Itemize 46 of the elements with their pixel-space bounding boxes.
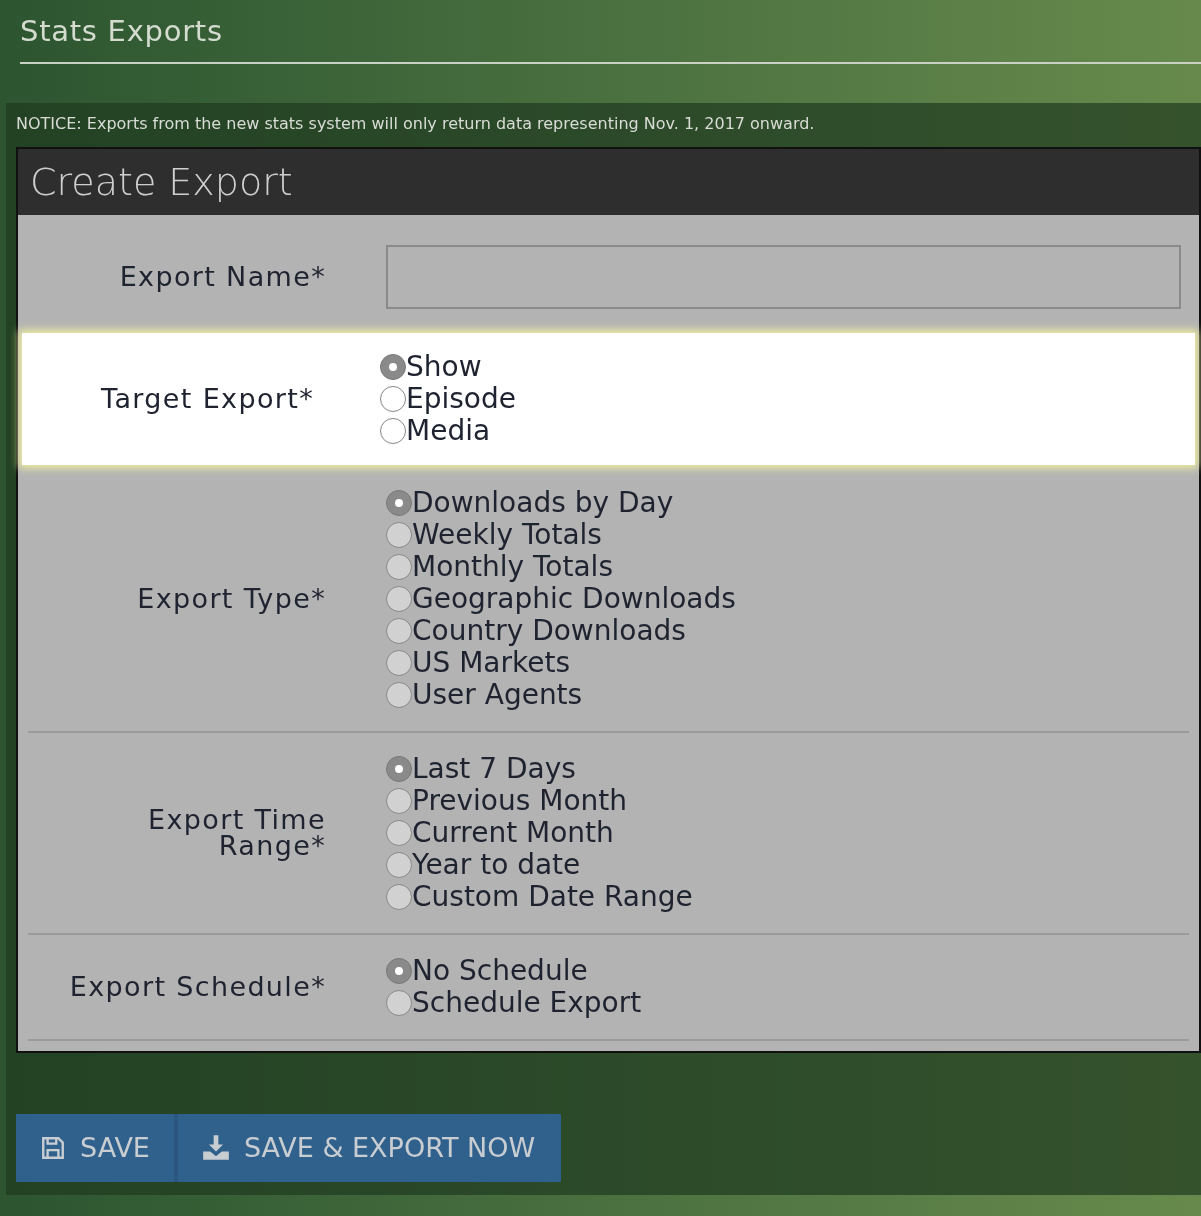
option-label: Last 7 Days bbox=[412, 753, 576, 785]
option-label: Media bbox=[406, 415, 491, 447]
radio-button[interactable] bbox=[386, 490, 412, 516]
option-label: Episode bbox=[406, 383, 516, 415]
radio-button[interactable] bbox=[386, 852, 412, 878]
option-label: Geographic Downloads bbox=[412, 583, 736, 615]
radio-button[interactable] bbox=[386, 522, 412, 548]
field-label: Export Time Range* bbox=[147, 807, 326, 859]
radio-button[interactable] bbox=[380, 418, 406, 444]
download-icon bbox=[201, 1134, 230, 1162]
option-label: Custom Date Range bbox=[412, 881, 693, 913]
option-label: Schedule Export bbox=[412, 987, 642, 1019]
option-label: Country Downloads bbox=[412, 615, 686, 647]
option-label: No Schedule bbox=[412, 955, 588, 987]
radio-button[interactable] bbox=[386, 958, 412, 984]
option-label: Downloads by Day bbox=[412, 487, 674, 519]
form-title: Create Export bbox=[30, 158, 293, 206]
save-export-button[interactable]: SAVE & EXPORT NOW bbox=[177, 1114, 562, 1182]
radio-button[interactable] bbox=[386, 990, 412, 1016]
notice-text: NOTICE: Exports from the new stats system will only return data representing Nov. 1, 2017 onward. bbox=[16, 114, 816, 134]
option-label: Show bbox=[406, 351, 482, 383]
radio-button[interactable] bbox=[386, 650, 412, 676]
radio-button[interactable] bbox=[386, 884, 412, 910]
option-label: User Agents bbox=[412, 679, 583, 711]
option-label: Weekly Totals bbox=[412, 519, 602, 551]
field-label: Export Schedule* bbox=[69, 974, 326, 1000]
radio-button[interactable] bbox=[386, 820, 412, 846]
field-label: Export Type* bbox=[137, 586, 326, 612]
radio-button[interactable] bbox=[386, 618, 412, 644]
radio-button[interactable] bbox=[386, 756, 412, 782]
option-label: US Markets bbox=[412, 647, 570, 679]
save-button[interactable]: SAVE bbox=[16, 1114, 178, 1182]
radio-button[interactable] bbox=[386, 554, 412, 580]
export-name-field[interactable] bbox=[386, 245, 1181, 309]
radio-button[interactable] bbox=[380, 386, 406, 412]
field-label: Target Export* bbox=[101, 386, 314, 412]
radio-button[interactable] bbox=[386, 682, 412, 708]
radio-button[interactable] bbox=[386, 788, 412, 814]
option-label: Monthly Totals bbox=[412, 551, 613, 583]
option-label: Previous Month bbox=[412, 785, 627, 817]
page-title: Stats Exports bbox=[20, 13, 224, 50]
option-label: Current Month bbox=[412, 817, 614, 849]
radio-button[interactable] bbox=[380, 354, 406, 380]
radio-button[interactable] bbox=[386, 586, 412, 612]
option-label: Year to date bbox=[412, 849, 581, 881]
field-label: Export Name* bbox=[119, 264, 326, 290]
